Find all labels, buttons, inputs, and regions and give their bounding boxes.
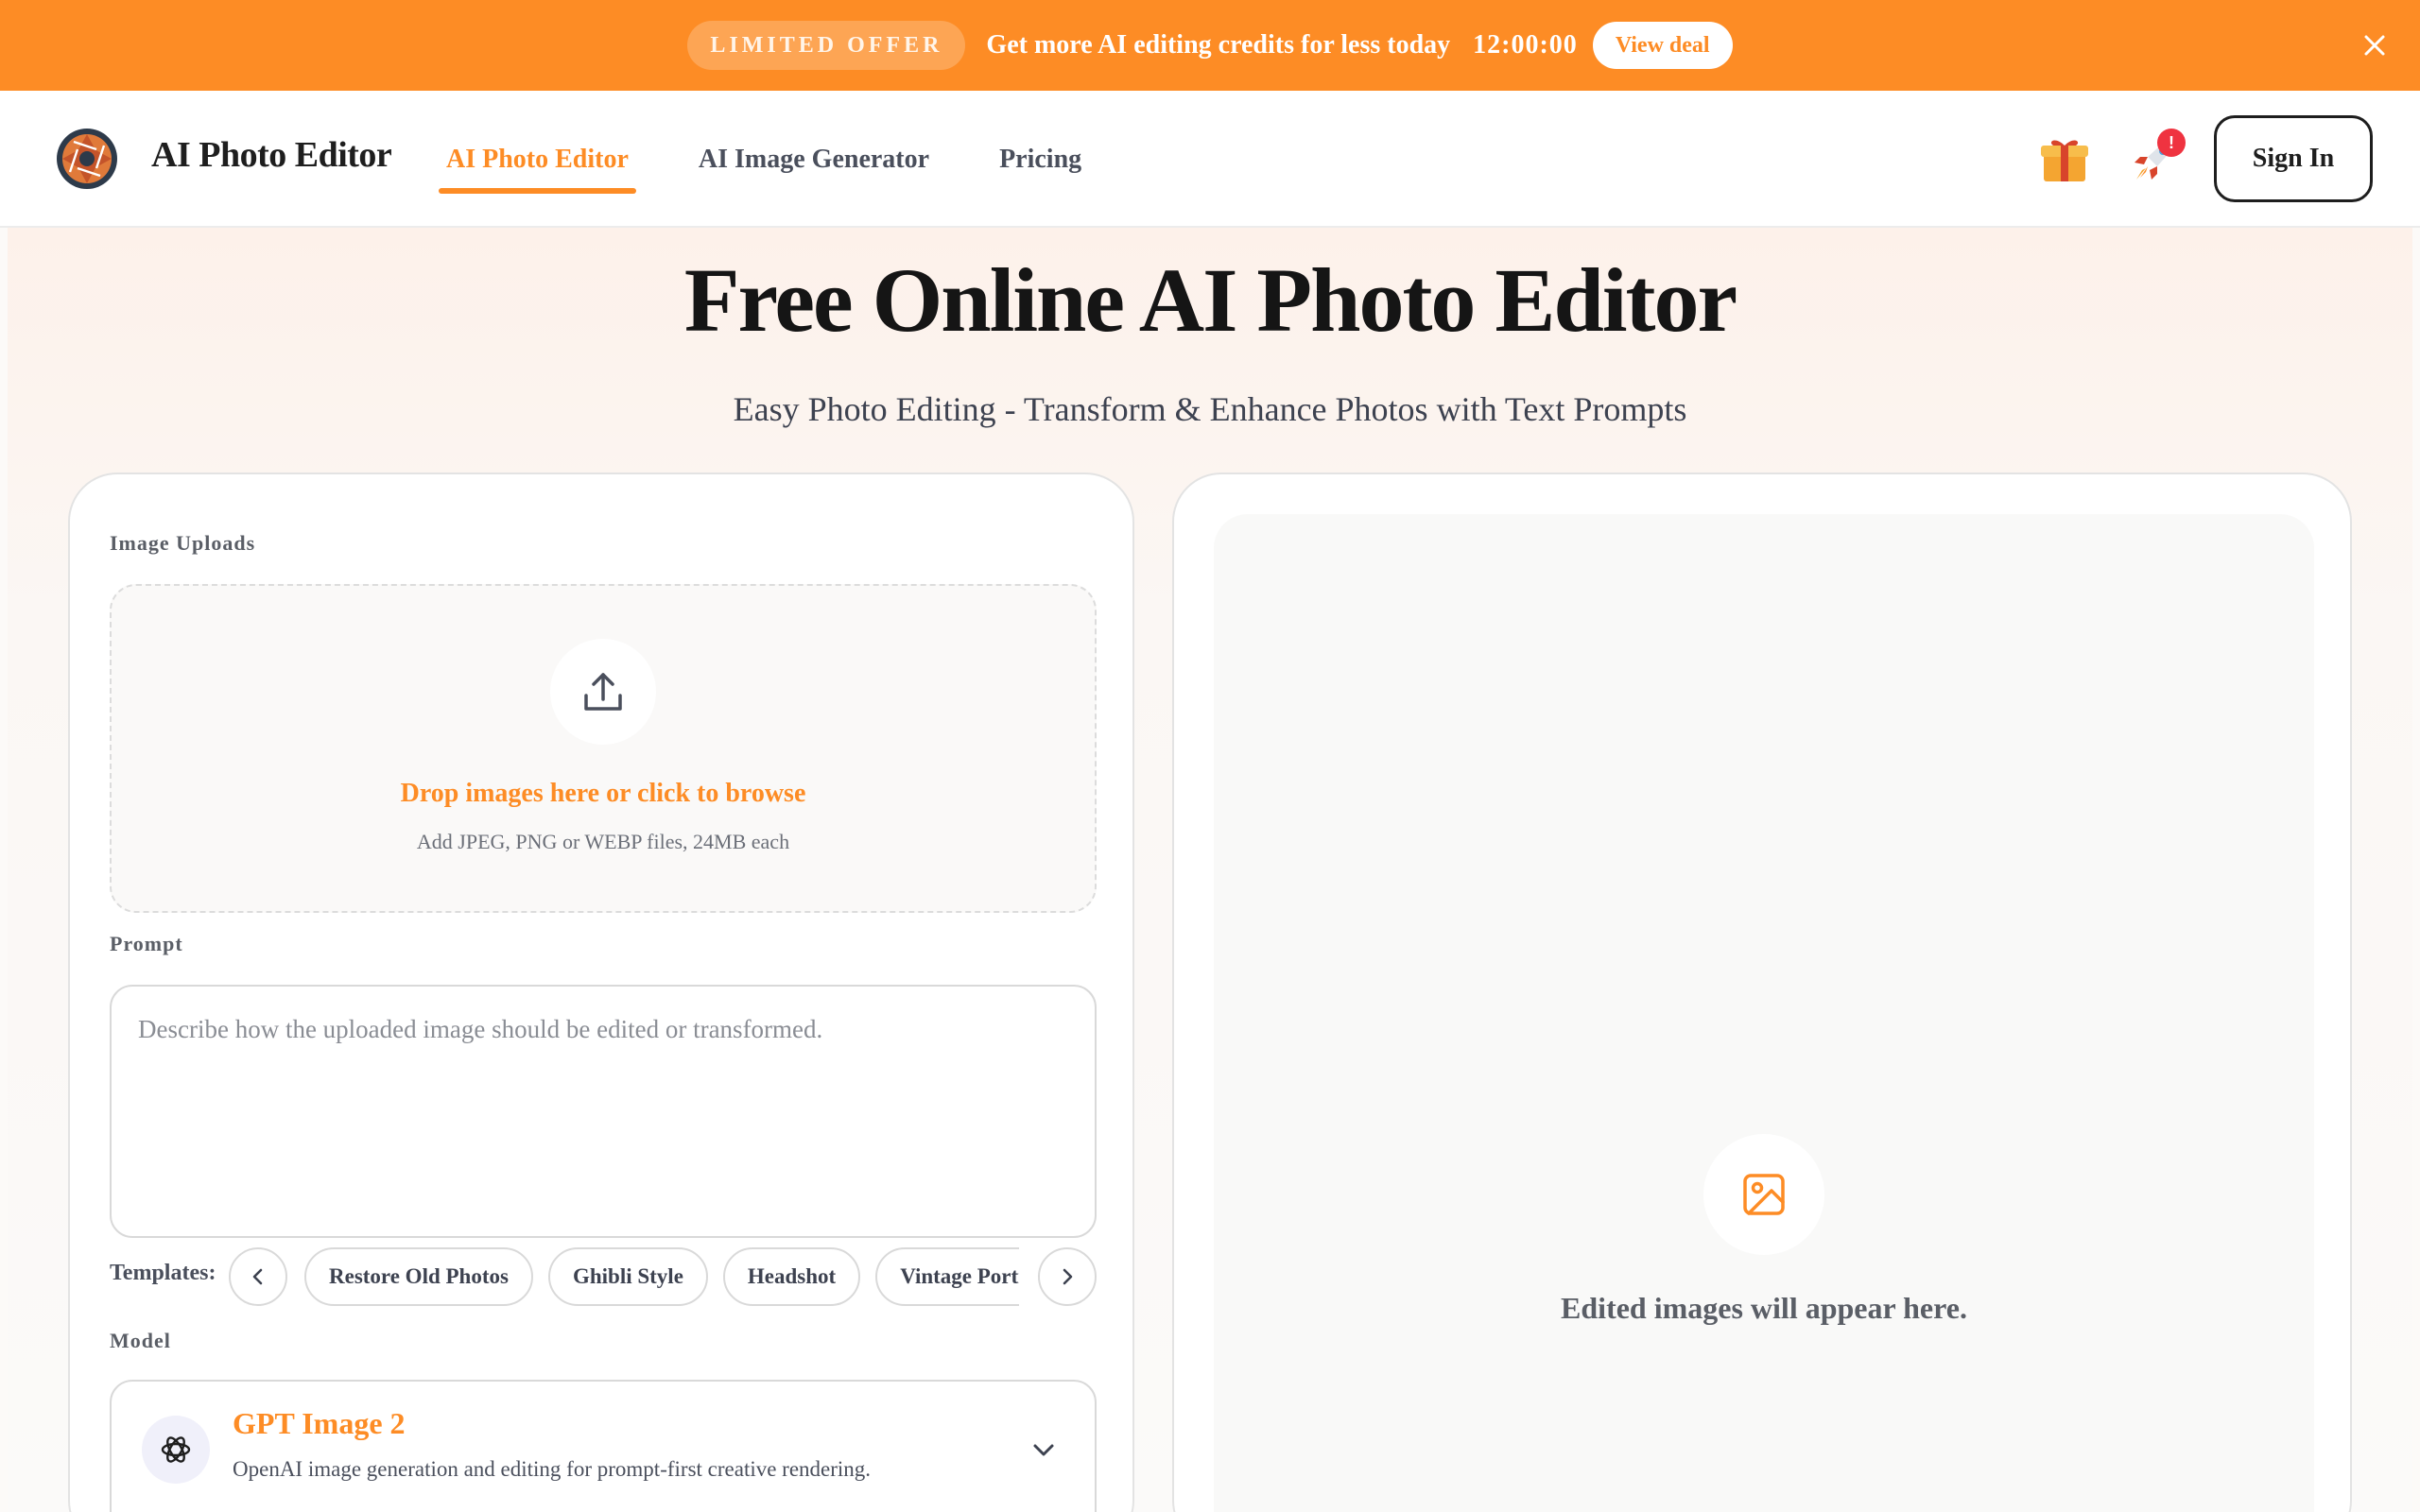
chevron-left-icon[interactable] <box>229 1247 287 1306</box>
promo-content: LIMITED OFFER Get more AI editing credit… <box>687 21 1733 70</box>
drop-title: Drop images here or click to browse <box>400 779 806 808</box>
image-icon <box>1703 1134 1824 1255</box>
promo-badge: LIMITED OFFER <box>687 21 966 70</box>
gift-icon[interactable] <box>2034 129 2095 189</box>
editor-panel: Image Uploads Drop images here or click … <box>68 472 1134 1512</box>
view-deal-button[interactable]: View deal <box>1592 22 1733 69</box>
templates-label: Templates: <box>110 1261 216 1285</box>
aperture-logo-icon[interactable] <box>55 127 119 191</box>
close-icon[interactable] <box>2358 28 2392 62</box>
promo-timer: 12:00:00 <box>1473 30 1578 60</box>
page-subtitle: Easy Photo Editing - Transform & Enhance… <box>733 390 1687 428</box>
notification-badge: ! <box>2157 129 2186 157</box>
model-description: OpenAI image generation and editing for … <box>233 1457 872 1481</box>
model-label: Model <box>110 1329 171 1352</box>
site-header: AI Photo Editor AI Photo Editor AI Image… <box>0 91 2420 228</box>
templates-carousel: Restore Old Photos Ghibli Style Headshot… <box>304 1247 1019 1306</box>
promo-banner: LIMITED OFFER Get more AI editing credit… <box>0 0 2420 91</box>
chevron-right-icon[interactable] <box>1038 1247 1097 1306</box>
upload-icon <box>550 639 656 745</box>
model-select[interactable]: GPT Image 2 OpenAI image generation and … <box>110 1380 1097 1512</box>
image-dropzone[interactable]: Drop images here or click to browse Add … <box>110 584 1097 913</box>
template-ghibli-style[interactable]: Ghibli Style <box>547 1247 708 1306</box>
prompt-input[interactable] <box>110 985 1097 1238</box>
drop-hint: Add JPEG, PNG or WEBP files, 24MB each <box>416 830 790 853</box>
page-title: Free Online AI Photo Editor <box>683 249 1737 351</box>
output-area: Edited images will appear here. <box>1214 514 2314 1512</box>
template-headshot[interactable]: Headshot <box>722 1247 861 1306</box>
output-panel: Edited images will appear here. <box>1172 472 2352 1512</box>
template-restore-old-photos[interactable]: Restore Old Photos <box>304 1247 533 1306</box>
main-nav: AI Photo Editor AI Image Generator Prici… <box>439 91 1089 228</box>
output-empty-text: Edited images will appear here. <box>1561 1291 1967 1325</box>
promo-text: Get more AI editing credits for less tod… <box>986 30 1451 60</box>
rocket-icon[interactable]: ! <box>2125 129 2186 189</box>
sign-in-button[interactable]: Sign In <box>2214 115 2373 202</box>
brand-name[interactable]: AI Photo Editor <box>151 134 392 176</box>
image-uploads-label: Image Uploads <box>110 531 256 555</box>
model-name: GPT Image 2 <box>233 1406 406 1440</box>
nav-pricing[interactable]: Pricing <box>992 91 1089 228</box>
prompt-label: Prompt <box>110 932 183 955</box>
template-vintage-portrait[interactable]: Vintage Portrait <box>875 1247 1019 1306</box>
chevron-down-icon[interactable] <box>1028 1435 1059 1469</box>
openai-icon <box>142 1416 210 1484</box>
nav-ai-image-generator[interactable]: AI Image Generator <box>691 91 937 228</box>
nav-ai-photo-editor[interactable]: AI Photo Editor <box>439 91 636 228</box>
